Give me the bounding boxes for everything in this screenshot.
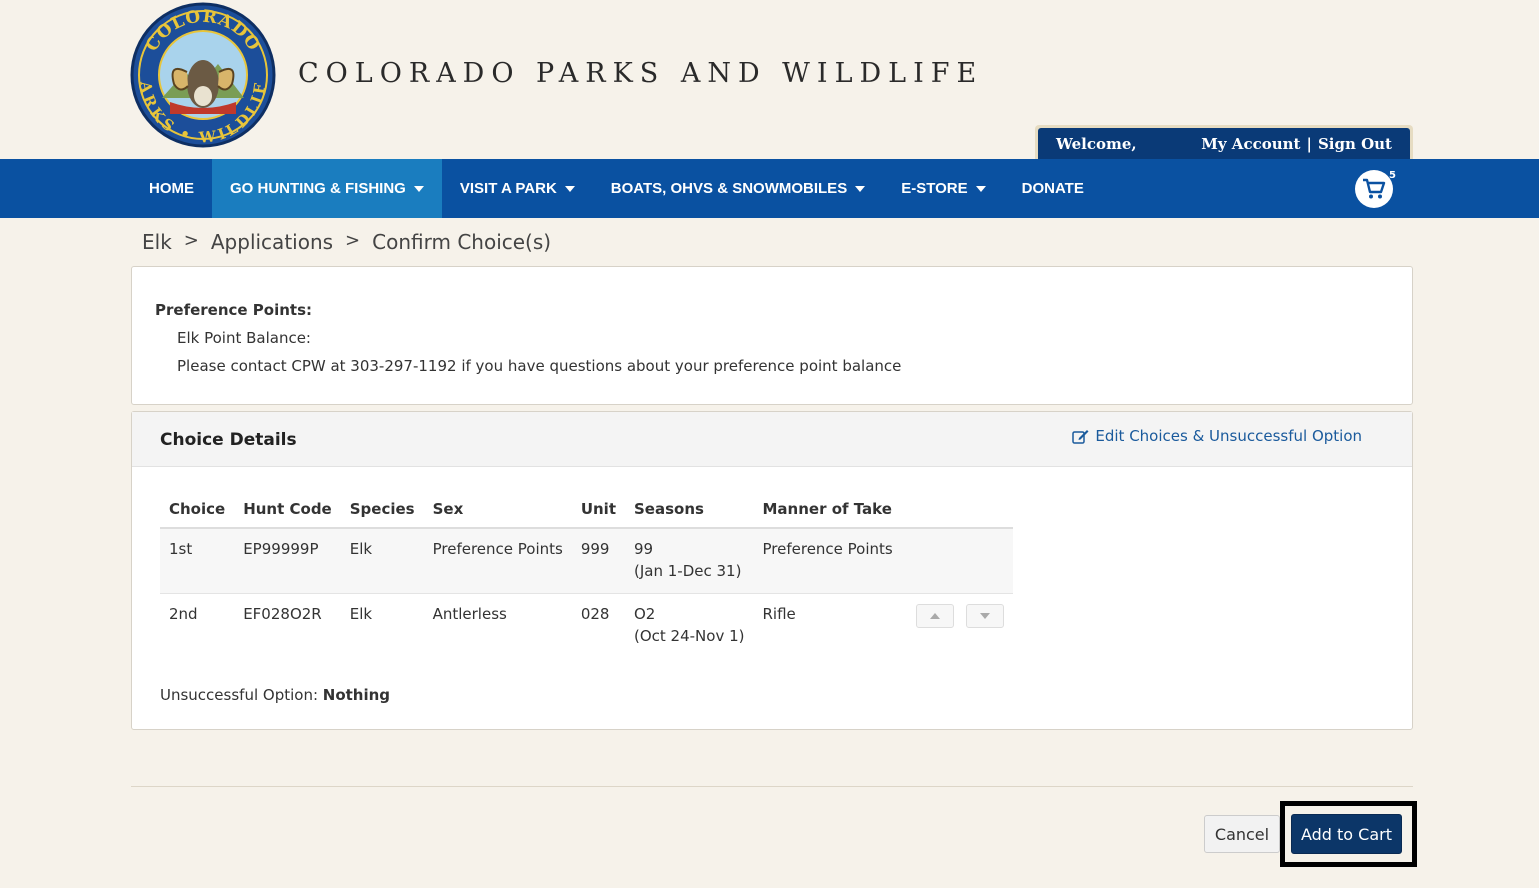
- welcome-text: Welcome,: [1056, 134, 1137, 153]
- table-row: 1st EP99999P Elk Preference Points 999 9…: [160, 528, 1013, 593]
- nav-home[interactable]: HOME: [131, 159, 212, 218]
- shopping-cart-button[interactable]: [1355, 170, 1393, 208]
- unsuccessful-value: Nothing: [322, 686, 391, 704]
- cell-hunt-code: EF028O2R: [243, 604, 322, 623]
- cell-choice: 2nd: [169, 604, 198, 623]
- caret-down-icon: [564, 185, 575, 192]
- breadcrumb-current: Confirm Choice(s): [372, 230, 552, 254]
- cell-seasons: 99 (Jan 1-Dec 31): [625, 528, 754, 593]
- col-choice: Choice: [160, 491, 235, 529]
- col-manner-of-take: Manner of Take: [753, 491, 902, 529]
- breadcrumb-separator: >: [345, 230, 361, 251]
- cpw-logo[interactable]: COLORADO PARKS • WILDLIFE: [124, 0, 276, 148]
- season-code: 99: [634, 540, 654, 558]
- cancel-button[interactable]: Cancel: [1204, 815, 1280, 853]
- account-bar: Welcome, My Account | Sign Out: [1035, 125, 1413, 159]
- caret-down-icon: [413, 185, 424, 192]
- add-to-cart-label: Add to Cart: [1300, 824, 1393, 844]
- col-seasons: Seasons: [625, 491, 754, 529]
- col-hunt-code: Hunt Code: [234, 491, 341, 529]
- season-code: O2: [634, 604, 656, 623]
- breadcrumb-elk[interactable]: Elk: [142, 230, 172, 254]
- cell-reorder: [902, 528, 1013, 593]
- nav-e-store[interactable]: E-STORE: [883, 159, 1003, 218]
- cell-choice: 1st: [169, 540, 193, 558]
- choice-details-panel: Choice Details Edit Choices & Unsuccessf…: [131, 411, 1413, 730]
- preference-contact-note: Please contact CPW at 303-297-1192 if yo…: [177, 357, 902, 375]
- col-species: Species: [340, 491, 424, 529]
- cell-species: Elk: [349, 604, 373, 623]
- breadcrumb: Elk > Applications > Confirm Choice(s): [142, 230, 551, 254]
- season-dates: (Jan 1-Dec 31): [634, 562, 742, 580]
- cell-manner: Rifle: [762, 604, 796, 623]
- breadcrumb-separator: >: [183, 230, 199, 251]
- arrow-down-icon: [979, 612, 990, 619]
- cart-count-badge: 5: [1389, 170, 1396, 181]
- my-account-link[interactable]: My Account: [1201, 135, 1300, 153]
- edit-choices-link[interactable]: Edit Choices & Unsuccessful Option: [1072, 427, 1362, 445]
- arrow-up-icon: [929, 612, 940, 619]
- choices-table: Choice Hunt Code Species Sex Unit Season…: [160, 491, 1013, 657]
- nav-visit-a-park[interactable]: VISIT A PARK: [442, 159, 593, 218]
- account-separator: |: [1306, 134, 1312, 153]
- cell-manner: Preference Points: [762, 540, 893, 558]
- cancel-label: Cancel: [1214, 824, 1270, 844]
- cell-unit: 999: [580, 540, 610, 558]
- caret-down-icon: [855, 185, 866, 192]
- cell-seasons: O2 (Oct 24-Nov 1): [625, 593, 754, 657]
- caret-down-icon: [975, 185, 986, 192]
- move-down-button[interactable]: [965, 603, 1004, 628]
- nav-boats-ohvs-snowmobiles[interactable]: BOATS, OHVS & SNOWMOBILES: [593, 159, 883, 218]
- col-sex: Sex: [423, 491, 572, 529]
- unsuccessful-label: Unsuccessful Option:: [160, 686, 318, 704]
- breadcrumb-applications[interactable]: Applications: [211, 230, 333, 254]
- table-row: 2nd EF028O2R Elk Antlerless 028 O2 (Oct …: [160, 593, 1013, 657]
- move-up-button[interactable]: [915, 603, 954, 628]
- col-reorder: [901, 491, 1013, 529]
- edit-icon: [1072, 429, 1089, 444]
- elk-point-balance: Elk Point Balance:: [177, 329, 311, 347]
- col-unit: Unit: [571, 491, 625, 529]
- preference-points-panel: Preference Points: Elk Point Balance: Pl…: [131, 266, 1413, 405]
- cell-sex: Antlerless: [432, 604, 507, 623]
- season-dates: (Oct 24-Nov 1): [634, 626, 745, 645]
- sign-out-link[interactable]: Sign Out: [1318, 135, 1392, 153]
- shopping-cart-icon: [1363, 178, 1386, 199]
- main-nav: HOME GO HUNTING & FISHING VISIT A PARK B…: [0, 159, 1539, 218]
- preference-points-title: Preference Points:: [155, 301, 313, 319]
- divider: [131, 786, 1413, 787]
- nav-donate[interactable]: DONATE: [1004, 159, 1102, 218]
- table-header-row: Choice Hunt Code Species Sex Unit Season…: [160, 491, 1013, 529]
- cell-unit: 028: [580, 604, 610, 623]
- cell-hunt-code: EP99999P: [243, 540, 319, 558]
- choice-details-title: Choice Details: [160, 430, 297, 450]
- nav-go-hunting-fishing[interactable]: GO HUNTING & FISHING: [212, 159, 442, 218]
- site-title: COLORADO PARKS AND WILDLIFE: [298, 58, 984, 89]
- cell-sex: Preference Points: [432, 540, 563, 558]
- add-to-cart-button[interactable]: Add to Cart: [1291, 814, 1402, 854]
- cell-species: Elk: [349, 540, 373, 558]
- unsuccessful-option: Unsuccessful Option: Nothing: [160, 686, 390, 704]
- cell-reorder: [902, 593, 1013, 657]
